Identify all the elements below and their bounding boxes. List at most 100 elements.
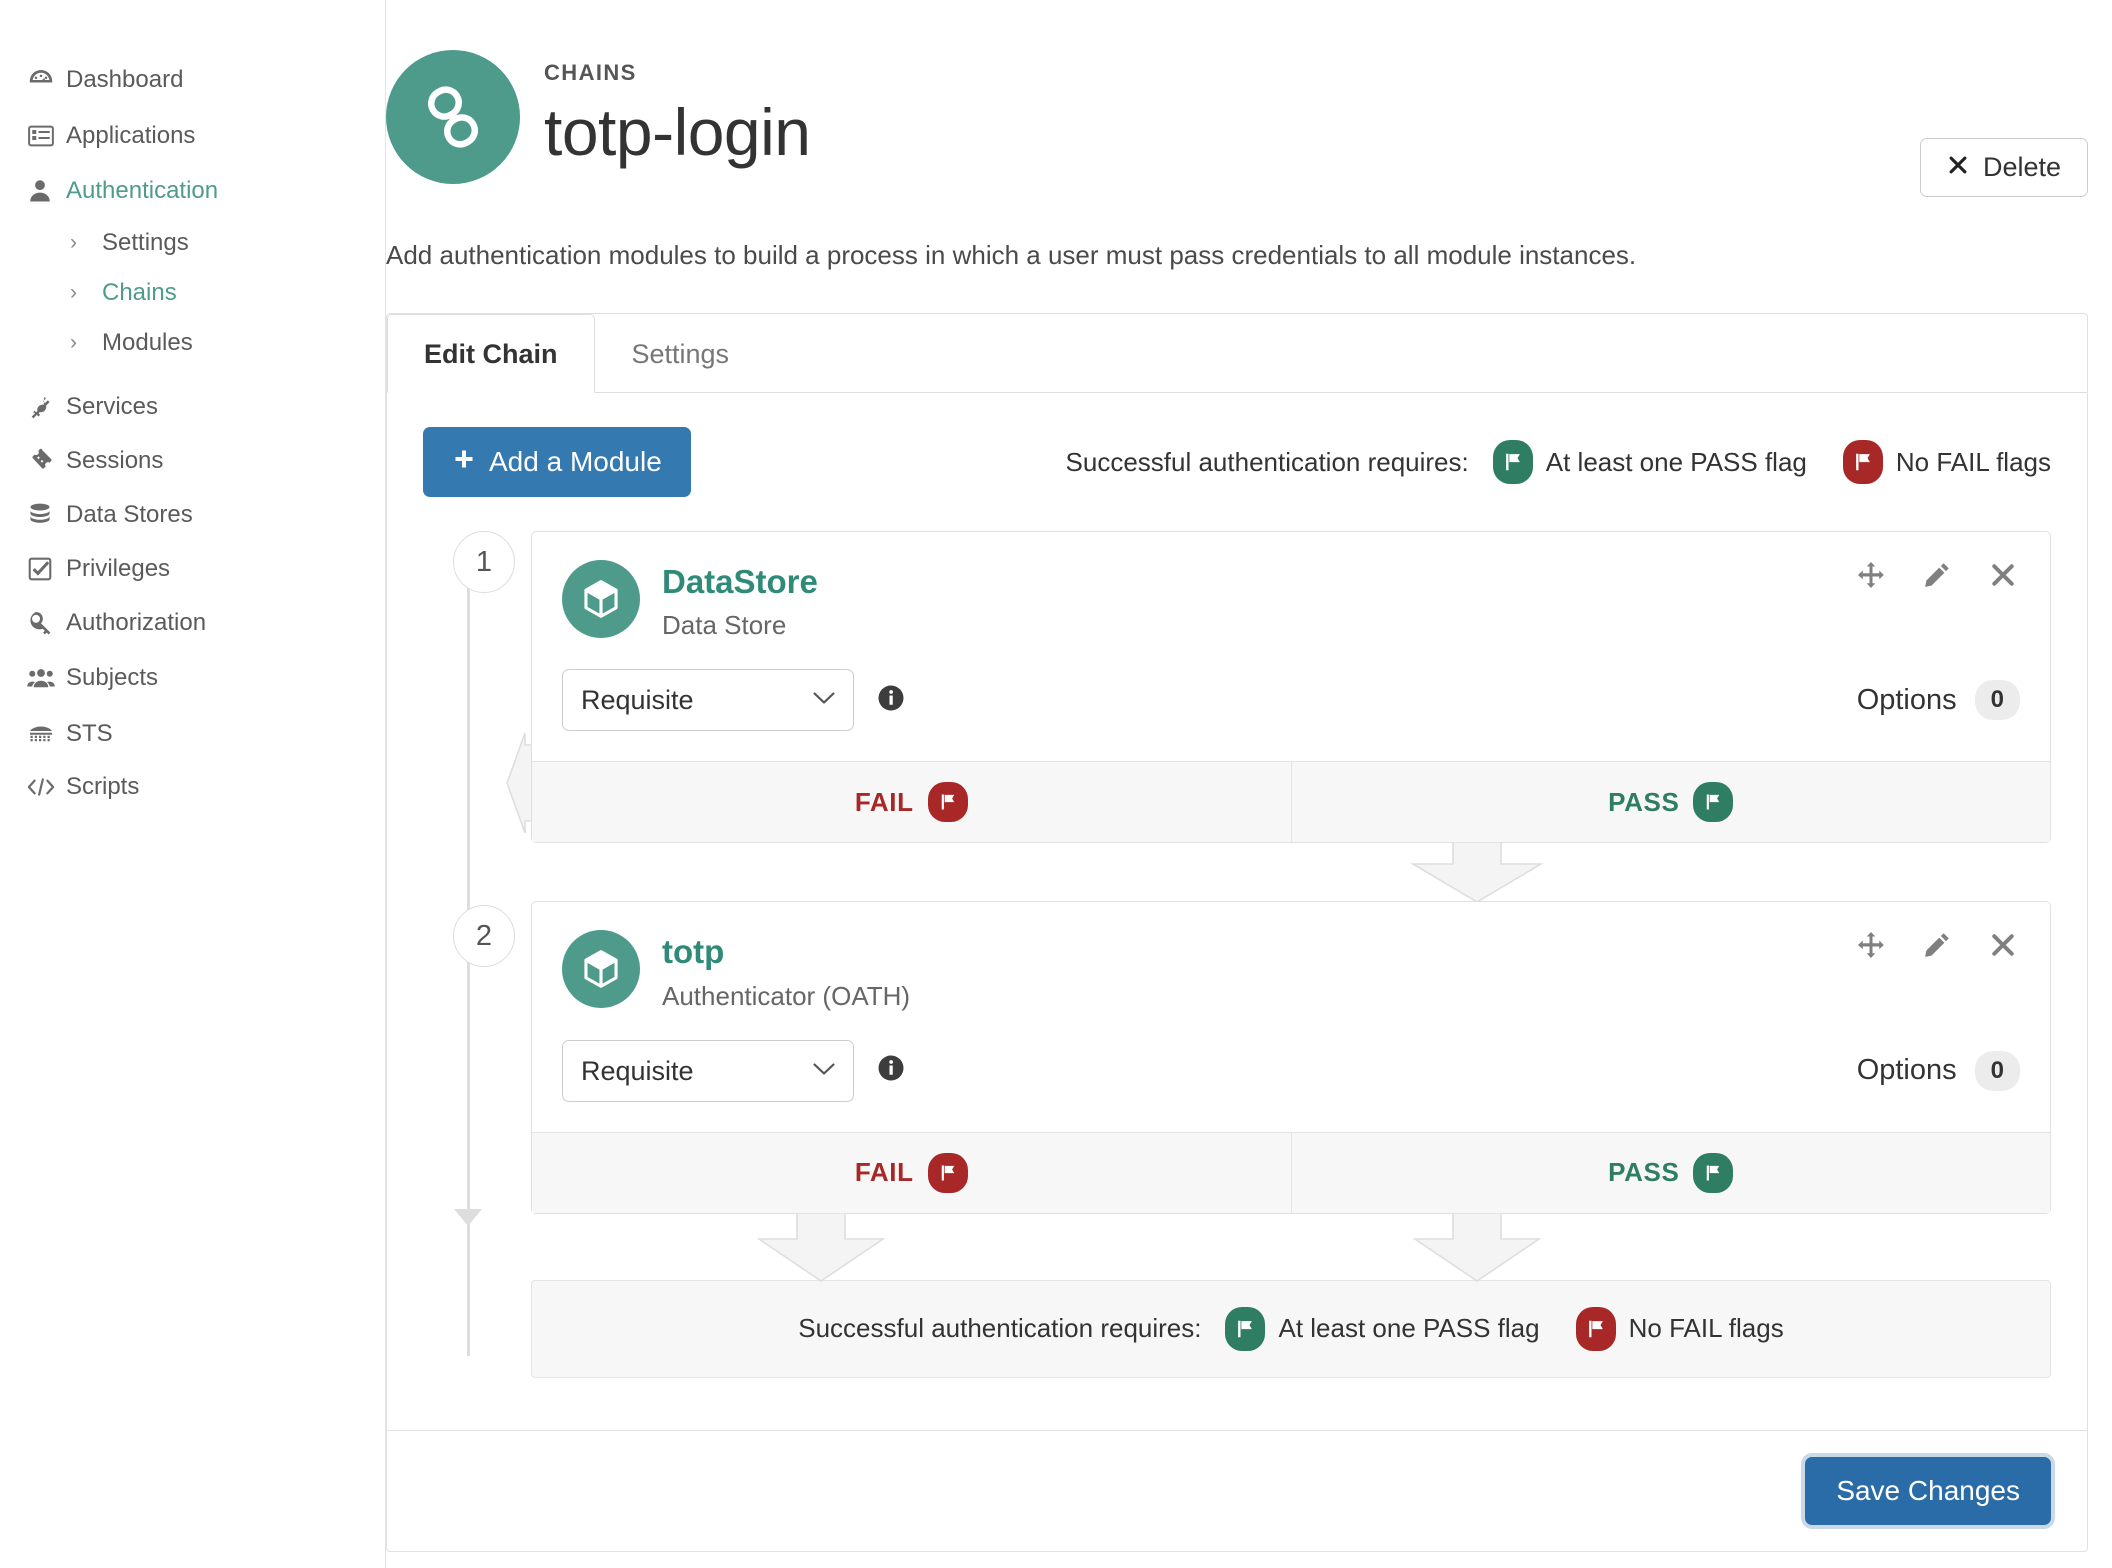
chevron-right-icon: › xyxy=(70,231,77,254)
tab-settings[interactable]: Settings xyxy=(595,314,767,393)
close-x-icon[interactable] xyxy=(1986,558,2020,592)
options-label: Options xyxy=(1856,1054,1957,1087)
checkbox-icon xyxy=(26,555,66,583)
plus-icon xyxy=(452,446,476,478)
requirements-legend: Successful authentication requires: At l… xyxy=(1066,440,2051,484)
add-module-label: Add a Module xyxy=(489,446,662,477)
flag-icon xyxy=(1693,1152,1734,1193)
panel-footer: Save Changes xyxy=(387,1429,2087,1551)
delete-button[interactable]: Delete xyxy=(1919,138,2088,197)
flag-icon xyxy=(1575,1306,1616,1351)
toolbar: Add a Module Successful authentication r… xyxy=(423,427,2051,497)
info-icon[interactable] xyxy=(876,683,906,718)
sidebar-item-label: Authentication xyxy=(66,177,219,204)
sidebar-subitem-label: Settings xyxy=(102,229,189,256)
sidebar-item-label: Privileges xyxy=(66,555,171,582)
module-options[interactable]: Options 0 xyxy=(1856,1050,2020,1091)
sidebar-item-authentication[interactable]: Authentication xyxy=(0,164,385,218)
summary-label: Successful authentication requires: xyxy=(798,1313,1202,1344)
info-icon[interactable] xyxy=(876,1053,906,1088)
options-count-badge: 0 xyxy=(1974,680,2020,721)
sidebar-item-authorization[interactable]: Authorization xyxy=(0,596,385,650)
sidebar-item-dashboard[interactable]: Dashboard xyxy=(0,52,385,108)
flag-icon xyxy=(1225,1306,1266,1351)
users-icon xyxy=(26,663,66,693)
sidebar-item-privileges[interactable]: Privileges xyxy=(0,542,385,596)
module-criteria-row: RequisiteRequiredSufficientOptional xyxy=(562,1039,2020,1102)
sidebar-item-services[interactable]: Services xyxy=(0,380,385,434)
nav-divider-space xyxy=(0,368,385,380)
pass-down-arrow-icon xyxy=(1403,1211,1551,1288)
sidebar-item-data-stores[interactable]: Data Stores xyxy=(0,488,385,542)
sidebar-item-label: Dashboard xyxy=(66,66,184,93)
ticket-icon xyxy=(26,447,66,475)
module-card-body: totp Authenticator (OATH) Requisite Opti… xyxy=(532,902,2050,1131)
outcome-pass-label: PASS xyxy=(1608,1157,1680,1188)
sidebar-item-label: Services xyxy=(66,393,159,420)
outcome-pass[interactable]: PASS xyxy=(1292,1133,2051,1213)
sidebar-item-sts[interactable]: STS xyxy=(0,706,385,762)
cube-icon xyxy=(562,930,640,1009)
key-icon xyxy=(26,609,66,637)
user-icon xyxy=(26,177,66,205)
main-content: CHAINS totp-login Delete Add authenticat… xyxy=(386,0,2112,1568)
cube-icon xyxy=(562,560,640,638)
save-changes-button[interactable]: Save Changes xyxy=(1805,1456,2051,1525)
flow-connector-2 xyxy=(531,1211,2051,1282)
sidebar-item-label: Subjects xyxy=(66,664,159,691)
sts-icon xyxy=(26,719,66,749)
outcome-fail[interactable]: FAIL xyxy=(532,762,1292,843)
module-labels: totp Authenticator (OATH) xyxy=(662,930,910,1011)
sidebar-item-label: Sessions xyxy=(66,447,164,474)
options-label: Options xyxy=(1856,683,1957,716)
outcome-fail[interactable]: FAIL xyxy=(532,1132,1292,1213)
page-title: totp-login xyxy=(544,95,811,169)
module-name: totp xyxy=(662,933,725,971)
options-count-badge: 0 xyxy=(1974,1050,2020,1091)
summary-fail: No FAIL flags xyxy=(1575,1306,1784,1351)
requirements-label: Successful authentication requires: xyxy=(1065,446,1469,477)
database-icon xyxy=(26,501,66,529)
add-module-button[interactable]: Add a Module xyxy=(423,427,691,497)
move-icon[interactable] xyxy=(1854,928,1888,962)
chain-step-1-badge: 1 xyxy=(453,531,515,593)
chain-link-icon xyxy=(386,50,520,184)
summary-pass: At least one PASS flag xyxy=(1225,1306,1540,1351)
sidebar-item-settings[interactable]: › Settings xyxy=(0,218,385,268)
requirement-pass-text: At least one PASS flag xyxy=(1545,446,1807,477)
module-actions xyxy=(1854,928,2020,962)
sidebar-item-scripts[interactable]: Scripts xyxy=(0,762,385,812)
page-description: Add authentication modules to build a pr… xyxy=(386,240,1637,270)
sidebar-item-modules[interactable]: › Modules xyxy=(0,318,385,368)
pencil-icon[interactable] xyxy=(1920,558,1954,592)
flag-icon xyxy=(927,782,968,823)
pencil-icon[interactable] xyxy=(1920,928,1954,962)
outcome-pass[interactable]: PASS xyxy=(1292,762,2051,842)
header-text: CHAINS totp-login xyxy=(544,44,811,167)
module-card-body: DataStore Data Store Requisite Options 0 xyxy=(532,532,2050,761)
applications-icon xyxy=(26,121,66,151)
sidebar-item-applications[interactable]: Applications xyxy=(0,108,385,164)
sidebar-item-label: STS xyxy=(66,720,113,747)
move-icon[interactable] xyxy=(1854,558,1888,592)
requirement-fail-text: No FAIL flags xyxy=(1895,446,2051,477)
module-outcome-bar: FAIL PASS xyxy=(532,1131,2051,1213)
close-x-icon[interactable] xyxy=(1986,928,2020,962)
sidebar-item-chains[interactable]: › Chains xyxy=(0,268,385,318)
requirement-fail: No FAIL flags xyxy=(1842,440,2051,484)
sidebar-item-sessions[interactable]: Sessions xyxy=(0,434,385,488)
summary-fail-text: No FAIL flags xyxy=(1628,1313,1784,1344)
sidebar-subitem-label: Chains xyxy=(102,279,177,306)
module-options[interactable]: Options 0 xyxy=(1856,680,2020,721)
module-type: Authenticator (OATH) xyxy=(662,980,911,1011)
panel-body: Add a Module Successful authentication r… xyxy=(387,393,2087,1386)
sidebar-item-subjects[interactable]: Subjects xyxy=(0,650,385,706)
criteria-select[interactable]: RequisiteRequiredSufficientOptional xyxy=(562,669,854,732)
module-identity: totp Authenticator (OATH) xyxy=(562,930,2020,1011)
outcome-fail-label: FAIL xyxy=(854,786,914,817)
fail-down-arrow-icon xyxy=(747,1211,895,1288)
flag-icon xyxy=(1842,440,1883,484)
chain-step-2-badge: 2 xyxy=(453,905,515,967)
criteria-select[interactable]: RequisiteRequiredSufficientOptional xyxy=(562,1039,854,1102)
tab-edit-chain[interactable]: Edit Chain xyxy=(387,314,595,393)
